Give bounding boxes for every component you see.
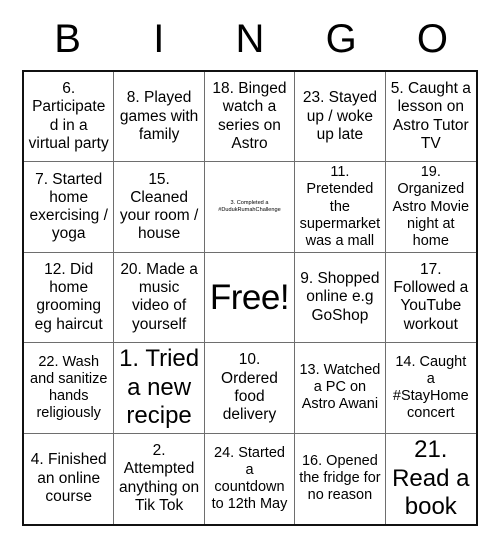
- bingo-cell[interactable]: 6. Participated in a virtual party: [24, 72, 115, 163]
- bingo-cell[interactable]: 16. Opened the fridge for no reason: [295, 433, 386, 524]
- bingo-cell[interactable]: 11. Pretended the supermarket was a mall: [295, 162, 386, 253]
- bingo-grid: 6. Participated in a virtual party 8. Pla…: [22, 70, 478, 526]
- bingo-cell-label: 6. Participated in a virtual party: [28, 80, 109, 152]
- bingo-cell-label: 19. Organized Astro Movie night at home: [392, 164, 470, 249]
- bingo-cell[interactable]: 1. Tried a new recipe: [114, 343, 205, 434]
- bingo-cell[interactable]: 18. Binged watch a series on Astro: [204, 72, 296, 163]
- header-letter-o: O: [416, 17, 448, 61]
- bingo-cell-label: 9. Shopped online e.g GoShop: [300, 270, 380, 324]
- bingo-cell[interactable]: 13. Watched a PC on Astro Awani: [295, 343, 386, 434]
- bingo-cell-label: 20. Made a music video of yourself: [120, 260, 198, 333]
- bingo-header: B I N G O: [22, 8, 478, 70]
- bingo-cell-label: 17. Followed a YouTube workout: [393, 260, 469, 333]
- bingo-cell[interactable]: 24. Started a countdown to 12th May: [204, 433, 296, 524]
- bingo-cell[interactable]: 12. Did home grooming eg haircut: [24, 252, 115, 344]
- bingo-cell-label: 22. Wash and sanitize hands religiously: [30, 353, 108, 421]
- bingo-cell-label: 13. Watched a PC on Astro Awani: [299, 362, 381, 413]
- bingo-cell[interactable]: 9. Shopped online e.g GoShop: [295, 252, 386, 344]
- bingo-cell-label: 14. Caught a #StayHome concert: [392, 353, 469, 421]
- bingo-cell-label: 18. Binged watch a series on Astro: [212, 80, 287, 152]
- bingo-card: B I N G O 6. Participated in a virtual p…: [22, 8, 478, 526]
- bingo-cell[interactable]: 8. Played games with family: [114, 72, 205, 163]
- bingo-cell-label: 10. Ordered food delivery: [221, 351, 278, 424]
- header-letter-i: I: [153, 17, 165, 61]
- bingo-cell-label: 4. Finished an online course: [30, 451, 107, 505]
- bingo-cell[interactable]: 4. Finished an online course: [24, 433, 115, 524]
- bingo-cell-label: 2. Attempted anything on Tik Tok: [119, 442, 200, 515]
- bingo-cell[interactable]: 7. Started home exercising / yoga: [24, 162, 115, 253]
- bingo-cell-label: 15. Cleaned your room / house: [119, 170, 199, 243]
- bingo-cell[interactable]: 20. Made a music video of yourself: [114, 252, 205, 344]
- bingo-cell[interactable]: 15. Cleaned your room / house: [114, 162, 205, 253]
- bingo-cell[interactable]: 14. Caught a #StayHome concert: [385, 343, 476, 434]
- bingo-cell-label: 11. Pretended the supermarket was a mall: [299, 164, 381, 249]
- bingo-cell[interactable]: 17. Followed a YouTube workout: [385, 252, 476, 344]
- bingo-cell[interactable]: 2. Attempted anything on Tik Tok: [114, 433, 205, 524]
- bingo-cell[interactable]: 10. Ordered food delivery: [204, 343, 296, 434]
- bingo-cell[interactable]: 5. Caught a lesson on Astro Tutor TV: [385, 72, 476, 163]
- bingo-cell-label: 5. Caught a lesson on Astro Tutor TV: [390, 80, 471, 152]
- bingo-cell[interactable]: 22. Wash and sanitize hands religiously: [24, 343, 115, 434]
- bingo-cell-label: Free!: [209, 277, 290, 317]
- bingo-cell-label: 21. Read a book: [392, 436, 470, 520]
- bingo-cell-label: 8. Played games with family: [119, 89, 199, 143]
- bingo-cell-free[interactable]: Free!: [204, 252, 296, 344]
- bingo-cell-label: 12. Did home grooming eg haircut: [34, 260, 103, 333]
- bingo-cell-label: 24. Started a countdown to 12th May: [211, 444, 288, 512]
- header-letter-g: G: [325, 17, 357, 61]
- bingo-cell-label: 3. Completed a #DudukRumahChallenge: [218, 199, 281, 214]
- bingo-cell-label: 7. Started home exercising / yoga: [29, 170, 108, 243]
- bingo-cell-label: 1. Tried a new recipe: [119, 345, 200, 430]
- header-letter-b: B: [54, 17, 81, 61]
- bingo-cell[interactable]: 3. Completed a #DudukRumahChallenge: [204, 162, 296, 253]
- bingo-cell-label: 16. Opened the fridge for no reason: [299, 453, 381, 504]
- bingo-cell-label: 23. Stayed up / woke up late: [302, 89, 377, 143]
- header-letter-n: N: [235, 17, 265, 61]
- bingo-cell[interactable]: 21. Read a book: [385, 433, 476, 524]
- bingo-cell[interactable]: 23. Stayed up / woke up late: [295, 72, 386, 163]
- bingo-cell[interactable]: 19. Organized Astro Movie night at home: [385, 162, 476, 253]
